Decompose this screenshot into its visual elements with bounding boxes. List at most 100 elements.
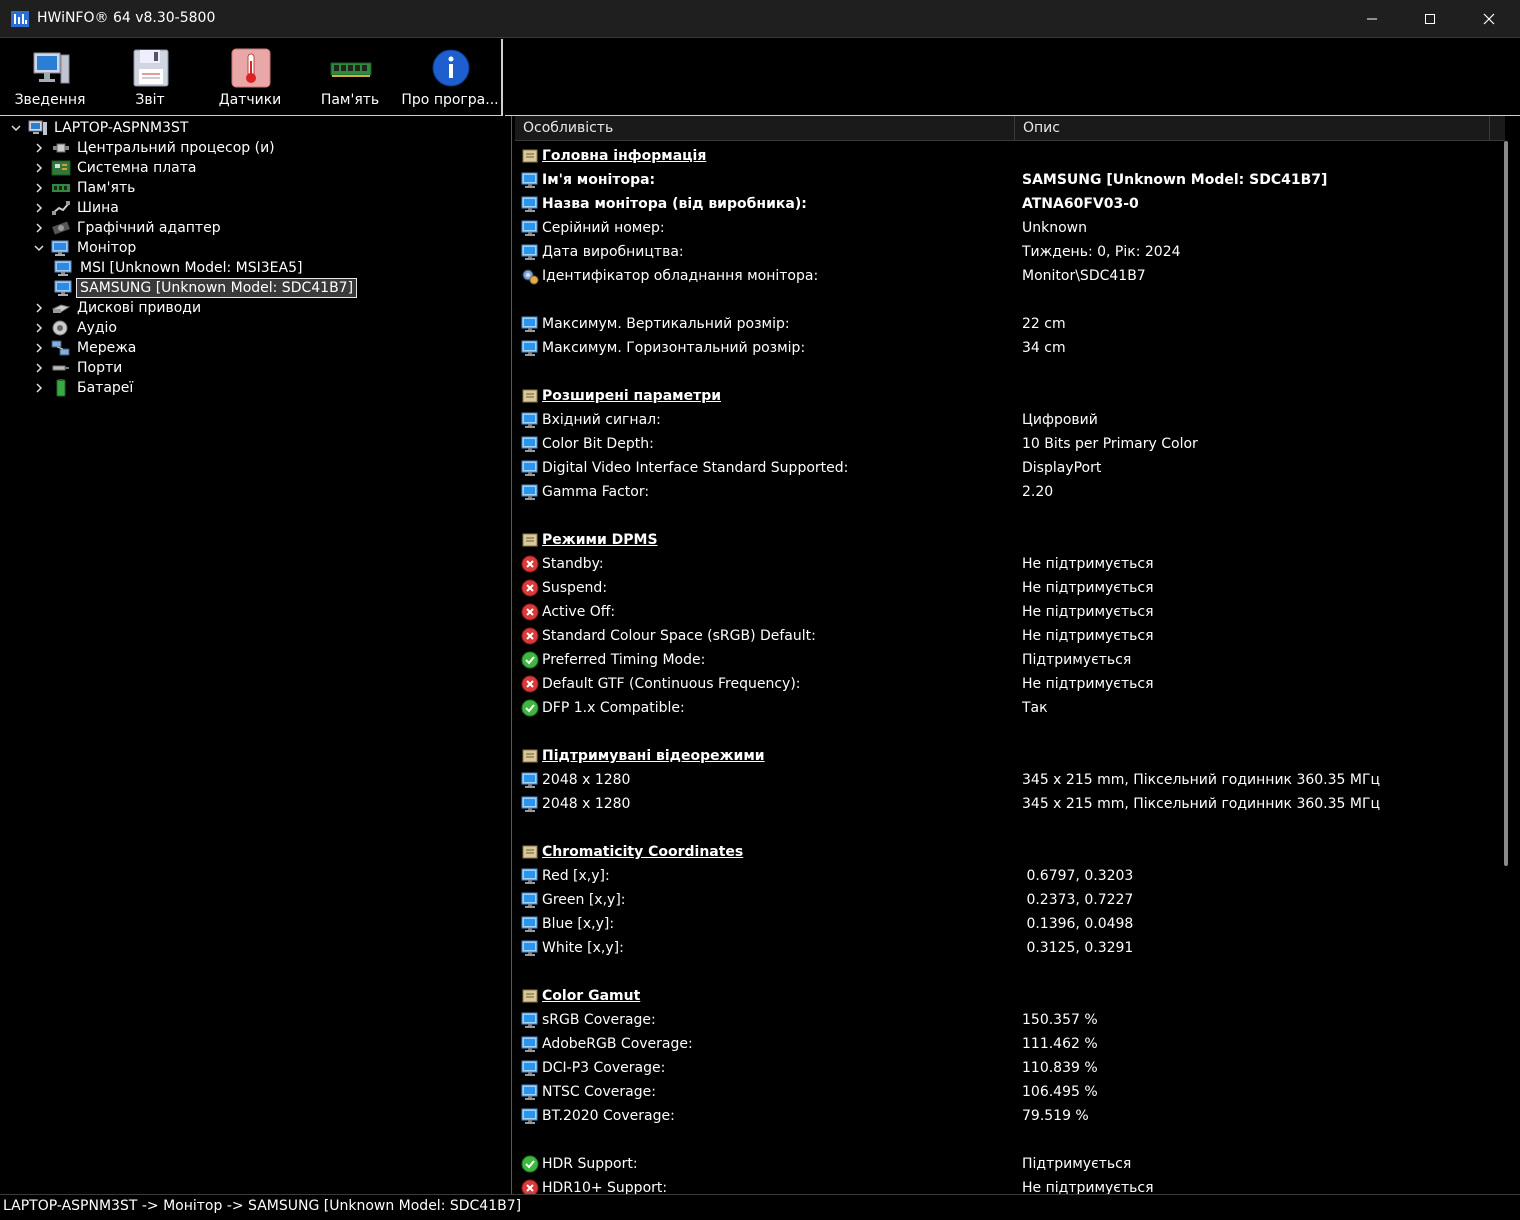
tree-item-msi-unknown-model-msi3ea5[interactable]: MSI [Unknown Model: MSI3EA5] (54, 258, 305, 278)
tree-item-графічний-адаптер[interactable]: Графічний адаптер (31, 218, 224, 238)
blank-row (515, 720, 1500, 744)
row-description: 34 cm (1022, 340, 1066, 356)
detail-row[interactable]: DCI-P3 Coverage: 110.839 % (515, 1056, 1500, 1080)
monitor-icon (51, 239, 71, 257)
tree-item-порти[interactable]: Порти (31, 358, 125, 378)
detail-row[interactable]: Active Off: Не підтримується (515, 600, 1500, 624)
chevron-down-icon[interactable] (8, 118, 24, 138)
tree-item-дискові-приводи[interactable]: Дискові приводи (31, 298, 204, 318)
details-scrollbar[interactable] (1496, 141, 1516, 1193)
maximize-button[interactable] (1401, 0, 1459, 38)
about-button[interactable]: Про програ... (400, 39, 500, 115)
main-toolbar: Зведення Звіт Датчики Пам'ять Про програ… (0, 39, 503, 116)
row-feature: Максимум. Вертикальний розмір: (542, 316, 790, 332)
detail-row[interactable]: Назва монітора (від виробника): ATNA60FV0… (515, 192, 1500, 216)
detail-row[interactable]: NTSC Coverage: 106.495 % (515, 1080, 1500, 1104)
memory-button[interactable]: Пам'ять (300, 39, 400, 115)
detail-row[interactable]: Suspend: Не підтримується (515, 576, 1500, 600)
chevron-right-icon[interactable] (31, 178, 47, 198)
tree-item-мережа[interactable]: Мережа (31, 338, 139, 358)
row-description: Не підтримується (1022, 1180, 1154, 1194)
detail-row[interactable]: Ім'я монітора: SAMSUNG [Unknown Model: SD… (515, 168, 1500, 192)
column-header-bar: Особливість Опис (515, 116, 1505, 141)
detail-row[interactable]: Blue [x,y]: 0.1396, 0.0498 (515, 912, 1500, 936)
row-feature: sRGB Coverage: (542, 1012, 656, 1028)
section-header[interactable]: Підтримувані відеорежими (515, 744, 1500, 768)
tree-item-пам-ять[interactable]: Пам'ять (31, 178, 138, 198)
chevron-right-icon[interactable] (31, 318, 47, 338)
detail-row[interactable]: Color Bit Depth: 10 Bits per Primary Colo… (515, 432, 1500, 456)
row-description: 0.6797, 0.3203 (1022, 868, 1134, 884)
detail-row[interactable]: Gamma Factor: 2.20 (515, 480, 1500, 504)
chevron-right-icon[interactable] (31, 378, 47, 398)
row-feature: Color Bit Depth: (542, 436, 654, 452)
section-header[interactable]: Розширені параметри (515, 384, 1500, 408)
section-header[interactable]: Режими DPMS (515, 528, 1500, 552)
device-tree[interactable]: LAPTOP-ASPNM3ST Центральний процесор (и) С… (0, 116, 512, 1194)
row-description: Підтримується (1022, 652, 1132, 668)
detail-row[interactable]: HDR10+ Support: Не підтримується (515, 1176, 1500, 1194)
detail-row[interactable]: White [x,y]: 0.3125, 0.3291 (515, 936, 1500, 960)
tree-item-label: Графічний адаптер (77, 220, 221, 236)
detail-row[interactable]: Дата виробництва: Тиждень: 0, Рік: 2024 (515, 240, 1500, 264)
row-feature: Red [x,y]: (542, 868, 610, 884)
detail-row[interactable]: Digital Video Interface Standard Support… (515, 456, 1500, 480)
summary-button[interactable]: Зведення (0, 39, 100, 115)
section-folder-icon (521, 843, 539, 861)
detail-row[interactable]: DFP 1.x Compatible: Так (515, 696, 1500, 720)
detail-row[interactable]: Green [x,y]: 0.2373, 0.7227 (515, 888, 1500, 912)
detail-row[interactable]: Максимум. Горизонтальний розмір: 34 cm (515, 336, 1500, 360)
detail-row[interactable]: Red [x,y]: 0.6797, 0.3203 (515, 864, 1500, 888)
detail-row[interactable]: Standard Colour Space (sRGB) Default: Не … (515, 624, 1500, 648)
sensors-button[interactable]: Датчики (200, 39, 300, 115)
tree-item-label: Дискові приводи (77, 300, 202, 316)
row-feature: Standard Colour Space (sRGB) Default: (542, 628, 816, 644)
section-header[interactable]: Color Gamut (515, 984, 1500, 1008)
scrollbar-thumb[interactable] (1504, 141, 1508, 866)
section-header[interactable]: Chromaticity Coordinates (515, 840, 1500, 864)
detail-row[interactable]: Серійний номер: Unknown (515, 216, 1500, 240)
detail-row[interactable]: Default GTF (Continuous Frequency): Не пі… (515, 672, 1500, 696)
detail-row[interactable]: Вхідний сигнал: Цифровий (515, 408, 1500, 432)
section-folder-icon (521, 747, 539, 765)
chevron-right-icon[interactable] (31, 358, 47, 378)
chevron-right-icon[interactable] (31, 338, 47, 358)
chevron-right-icon[interactable] (31, 158, 47, 178)
detail-row[interactable]: Максимум. Вертикальний розмір: 22 cm (515, 312, 1500, 336)
chevron-right-icon[interactable] (31, 298, 47, 318)
chevron-right-icon[interactable] (31, 218, 47, 238)
tree-item-шина[interactable]: Шина (31, 198, 122, 218)
detail-row[interactable]: 2048 x 1280 345 x 215 mm, Піксельний годи… (515, 768, 1500, 792)
detail-row[interactable]: BT.2020 Coverage: 79.519 % (515, 1104, 1500, 1128)
tree-item-laptop-aspnm3st[interactable]: LAPTOP-ASPNM3ST (8, 118, 191, 138)
tree-item-label: Аудіо (77, 320, 117, 336)
detail-row[interactable]: sRGB Coverage: 150.357 % (515, 1008, 1500, 1032)
close-button[interactable] (1460, 0, 1518, 38)
chevron-down-icon[interactable] (31, 238, 47, 258)
report-button-label: Звіт (135, 92, 165, 108)
chevron-right-icon[interactable] (31, 198, 47, 218)
detail-row[interactable]: Ідентифікатор обладнання монітора: Monito… (515, 264, 1500, 288)
tree-item-центральний-процесор-и[interactable]: Центральний процесор (и) (31, 138, 278, 158)
detail-row[interactable]: HDR Support: Підтримується (515, 1152, 1500, 1176)
section-header[interactable]: Головна інформація (515, 144, 1500, 168)
detail-row[interactable]: Standby: Не підтримується (515, 552, 1500, 576)
minimize-button[interactable] (1343, 0, 1401, 38)
detail-row[interactable]: AdobeRGB Coverage: 111.462 % (515, 1032, 1500, 1056)
chevron-right-icon[interactable] (31, 138, 47, 158)
detail-row[interactable]: Preferred Timing Mode: Підтримується (515, 648, 1500, 672)
tree-item-аудіо[interactable]: Аудіо (31, 318, 120, 338)
tree-item-батареї[interactable]: Батареї (31, 378, 136, 398)
column-header-description[interactable]: Опис (1015, 116, 1490, 141)
check-circle-icon (521, 1155, 539, 1173)
detail-row[interactable]: 2048 x 1280 345 x 215 mm, Піксельний годи… (515, 792, 1500, 816)
row-feature: Ідентифікатор обладнання монітора: (542, 268, 819, 284)
cross-circle-icon (521, 579, 539, 597)
column-header-feature[interactable]: Особливість (515, 116, 1015, 141)
summary-button-label: Зведення (14, 92, 86, 108)
tree-item-samsung-unknown-model-sdc41b7[interactable]: SAMSUNG [Unknown Model: SDC41B7] (54, 278, 358, 298)
tree-item-системна-плата[interactable]: Системна плата (31, 158, 200, 178)
tree-item-монітор[interactable]: Монітор (31, 238, 139, 258)
report-button[interactable]: Звіт (100, 39, 200, 115)
details-list[interactable]: Особливість Опис Головна інформація Ім'я … (515, 116, 1520, 1194)
